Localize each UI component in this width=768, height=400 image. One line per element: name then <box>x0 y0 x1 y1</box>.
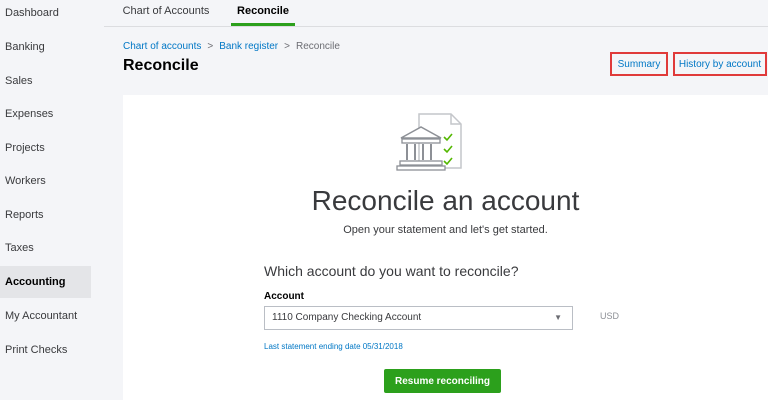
breadcrumb-separator: > <box>207 41 214 52</box>
resume-reconciling-button[interactable]: Resume reconciling <box>384 369 501 393</box>
tab-chart-of-accounts[interactable]: Chart of Accounts <box>119 0 213 26</box>
breadcrumb-separator: > <box>284 41 290 52</box>
sidebar-item-reports[interactable]: Reports <box>0 199 91 231</box>
tab-bar: Chart of Accounts Reconcile <box>104 0 768 27</box>
reconcile-heading: Reconcile an account <box>311 185 580 216</box>
sidebar-item-print-checks[interactable]: Print Checks <box>0 334 91 366</box>
account-question: Which account do you want to reconcile? <box>264 263 519 279</box>
sidebar-item-workers[interactable]: Workers <box>0 165 91 197</box>
chevron-down-icon[interactable]: ▼ <box>554 307 562 329</box>
sidebar-item-banking[interactable]: Banking <box>0 31 91 63</box>
sidebar-item-accounting[interactable]: Accounting <box>0 266 91 298</box>
reconcile-subtitle: Open your statement and let's get starte… <box>343 224 548 236</box>
main-content: Chart of Accounts Reconcile Chart of acc… <box>91 0 768 400</box>
sidebar-item-my-accountant[interactable]: My Accountant <box>0 300 91 332</box>
breadcrumb-bank-register[interactable]: Bank register <box>219 41 278 52</box>
bank-checklist-illustration-icon <box>396 113 462 171</box>
account-select[interactable]: 1110 Company Checking Account ▼ <box>264 306 573 330</box>
sidebar-item-projects[interactable]: Projects <box>0 132 91 164</box>
history-by-account-link[interactable]: History by account <box>673 52 767 76</box>
breadcrumb: Chart of accounts > Bank register > Reconcil… <box>123 41 340 52</box>
sidebar-item-dashboard[interactable]: Dashboard <box>0 0 91 29</box>
sidebar-item-taxes[interactable]: Taxes <box>0 232 91 264</box>
sidebar-nav: Dashboard Banking Sales Expenses Project… <box>0 0 91 400</box>
breadcrumb-chart-of-accounts[interactable]: Chart of accounts <box>123 41 201 52</box>
sidebar-item-sales[interactable]: Sales <box>0 65 91 97</box>
sidebar-item-expenses[interactable]: Expenses <box>0 98 91 130</box>
last-statement-date: Last statement ending date 05/31/2018 <box>264 342 403 351</box>
currency-label: USD <box>600 311 620 321</box>
tab-reconcile[interactable]: Reconcile <box>231 0 295 26</box>
summary-link[interactable]: Summary <box>610 52 668 76</box>
breadcrumb-current: Reconcile <box>295 41 340 52</box>
page-title: Reconcile <box>123 57 199 74</box>
reconcile-card: Reconcile an account Open your statement… <box>123 95 768 400</box>
account-select-value: 1110 Company Checking Account <box>272 312 422 323</box>
account-field-label: Account <box>264 291 304 302</box>
